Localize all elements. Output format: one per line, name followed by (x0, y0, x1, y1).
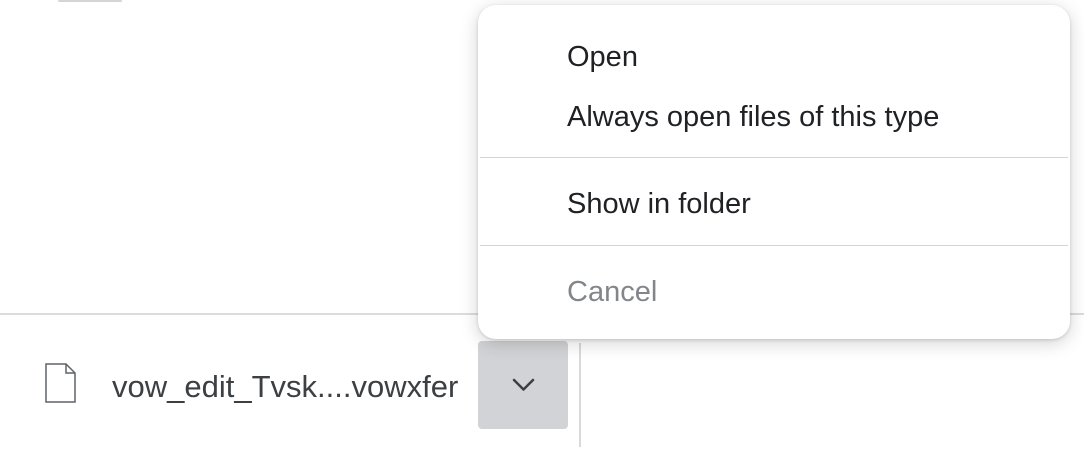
menu-separator (480, 157, 1068, 158)
menu-item-show-in-folder[interactable]: Show in folder (567, 186, 751, 222)
menu-item-cancel: Cancel (567, 276, 658, 308)
menu-item-open[interactable]: Open (567, 39, 638, 75)
shelf-separator (579, 343, 581, 447)
top-edge-fragment (58, 0, 122, 2)
download-options-button[interactable] (478, 341, 568, 429)
download-filename[interactable]: vow_edit_Tvsk....vowxfer (112, 367, 458, 407)
chevron-down-icon (512, 378, 535, 391)
menu-item-always-open[interactable]: Always open files of this type (567, 99, 939, 135)
download-context-menu: Open Always open files of this type Show… (478, 5, 1070, 339)
menu-separator (480, 245, 1068, 246)
document-icon (45, 363, 76, 403)
